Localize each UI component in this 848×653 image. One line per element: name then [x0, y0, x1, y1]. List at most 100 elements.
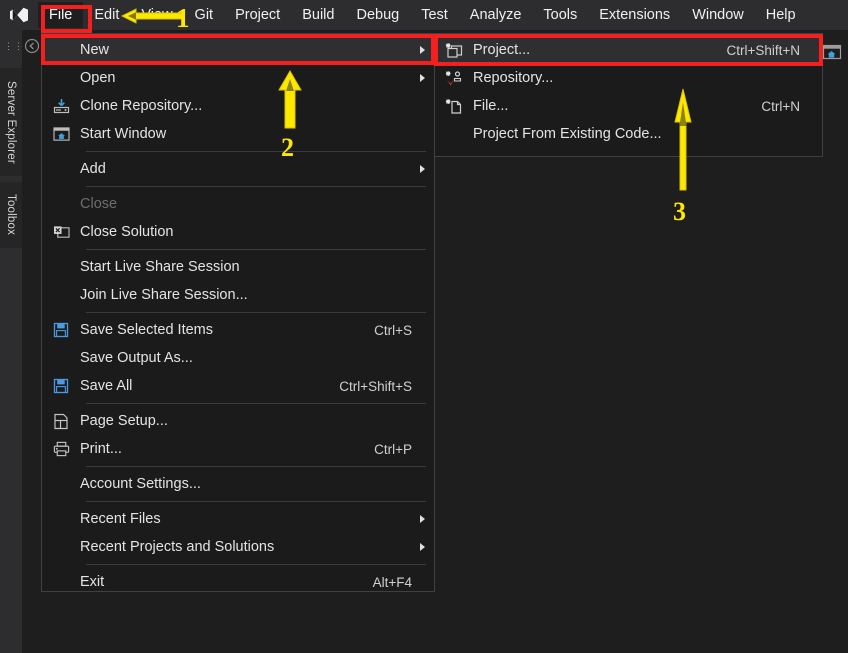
menu-bar-item-edit[interactable]: Edit [83, 2, 130, 28]
start-window-icon [42, 120, 80, 148]
menu-item-icon-slot [42, 155, 80, 183]
new-file-icon [435, 92, 473, 120]
menu-item-icon-slot [42, 36, 80, 64]
auto-hide-dots-icon: ⋮⋮ [4, 44, 24, 48]
file-menu-dropdown[interactable]: NewOpenClone Repository...Start Window Ad… [41, 33, 435, 592]
menu-item-icon-slot [42, 190, 80, 218]
file-menu-item-clone-repository[interactable]: Clone Repository... [42, 92, 434, 120]
menu-item-label: Recent Files [80, 505, 426, 533]
menu-bar-item-file[interactable]: File [38, 2, 83, 28]
menu-item-icon-slot [42, 253, 80, 281]
file-menu-item-print[interactable]: Print...Ctrl+P [42, 435, 434, 463]
clone-repository-icon [42, 92, 80, 120]
new-submenu-item-project-from-existing-code[interactable]: Project From Existing Code... [435, 120, 822, 148]
file-menu-item-open[interactable]: Open [42, 64, 434, 92]
file-menu-item-save-all[interactable]: Save AllCtrl+Shift+S [42, 372, 434, 400]
new-submenu-item-repository[interactable]: Repository... [435, 64, 822, 92]
menu-separator [86, 186, 426, 187]
menu-separator [86, 466, 426, 467]
menu-item-icon-slot [42, 344, 80, 372]
file-menu-item-save-output-as[interactable]: Save Output As... [42, 344, 434, 372]
file-menu-item-save-selected-items[interactable]: Save Selected ItemsCtrl+S [42, 316, 434, 344]
menu-item-shortcut: Ctrl+Shift+N [726, 43, 814, 58]
file-menu-item-close: Close [42, 190, 434, 218]
menu-bar-item-help[interactable]: Help [755, 2, 807, 28]
submenu-chevron-right-icon [420, 515, 425, 523]
save-icon [42, 316, 80, 344]
menu-item-label: Save Output As... [80, 344, 426, 372]
file-menu-item-start-window[interactable]: Start Window [42, 120, 434, 148]
page-setup-icon [42, 407, 80, 435]
file-menu-item-add[interactable]: Add [42, 155, 434, 183]
new-project-icon [435, 36, 473, 64]
menu-item-icon-slot [42, 281, 80, 309]
menu-item-label: Project... [473, 36, 726, 64]
menu-item-shortcut: Ctrl+P [374, 442, 426, 457]
submenu-chevron-right-icon [420, 74, 425, 82]
file-menu-item-close-solution[interactable]: Close Solution [42, 218, 434, 246]
menu-item-label: Recent Projects and Solutions [80, 533, 426, 561]
menu-item-label: Repository... [473, 64, 814, 92]
menu-item-icon-slot [435, 120, 473, 148]
annotation-number-3: 3 [673, 199, 686, 225]
menu-item-icon-slot [42, 64, 80, 92]
menu-item-label: Save Selected Items [80, 316, 374, 344]
menu-item-icon-slot [42, 505, 80, 533]
menu-separator [86, 312, 426, 313]
file-menu-item-recent-files[interactable]: Recent Files [42, 505, 434, 533]
new-submenu-item-file[interactable]: File...Ctrl+N [435, 92, 822, 120]
menu-item-label: Add [80, 155, 426, 183]
menu-item-shortcut: Ctrl+Shift+S [339, 379, 426, 394]
menu-item-label: Close Solution [80, 218, 426, 246]
sidebar-item-server-explorer[interactable]: Server Explorer [0, 68, 22, 176]
dock-tab-label: Server Explorer [5, 81, 17, 164]
new-submenu-dropdown[interactable]: Project...Ctrl+Shift+NRepository...File.… [434, 33, 823, 157]
menu-item-label: Close [80, 190, 426, 218]
print-icon [42, 435, 80, 463]
menu-bar-item-build[interactable]: Build [291, 2, 345, 28]
menu-item-label: File... [473, 92, 761, 120]
file-menu-item-exit[interactable]: ExitAlt+F4 [42, 568, 434, 596]
menu-item-icon-slot [42, 568, 80, 596]
menu-item-label: Clone Repository... [80, 92, 426, 120]
start-window-home-icon[interactable] [822, 44, 842, 66]
menu-item-shortcut: Alt+F4 [373, 575, 426, 590]
menu-bar-item-debug[interactable]: Debug [345, 2, 410, 28]
menu-bar-item-tools[interactable]: Tools [532, 2, 588, 28]
menu-item-label: Print... [80, 435, 374, 463]
visual-studio-logo-icon [0, 0, 38, 30]
annotation-number-1: 1 [176, 5, 190, 32]
close-solution-icon [42, 218, 80, 246]
file-menu-item-join-live-share-session[interactable]: Join Live Share Session... [42, 281, 434, 309]
menu-item-icon-slot [42, 470, 80, 498]
menu-item-label: Exit [80, 568, 373, 596]
left-dock-strip: ⋮⋮ Server Explorer Toolbox [0, 30, 22, 653]
menu-item-shortcut: Ctrl+N [761, 99, 814, 114]
menu-separator [86, 403, 426, 404]
menu-item-label: Page Setup... [80, 407, 426, 435]
menu-item-icon-slot [42, 533, 80, 561]
file-menu-item-account-settings[interactable]: Account Settings... [42, 470, 434, 498]
dock-tab-label: Toolbox [5, 194, 17, 235]
menu-item-shortcut: Ctrl+S [374, 323, 426, 338]
file-menu-item-recent-projects-and-solutions[interactable]: Recent Projects and Solutions [42, 533, 434, 561]
file-menu-item-page-setup[interactable]: Page Setup... [42, 407, 434, 435]
menu-item-label: Project From Existing Code... [473, 120, 814, 148]
file-menu-item-new[interactable]: New [42, 36, 434, 64]
menu-separator [86, 564, 426, 565]
menu-separator [86, 151, 426, 152]
menu-item-label: Open [80, 64, 426, 92]
file-menu-item-start-live-share-session[interactable]: Start Live Share Session [42, 253, 434, 281]
menu-bar-item-analyze[interactable]: Analyze [459, 2, 533, 28]
navigate-backward-icon[interactable] [24, 38, 40, 59]
menu-bar-item-window[interactable]: Window [681, 2, 755, 28]
sidebar-item-toolbox[interactable]: Toolbox [0, 182, 22, 248]
menu-bar-item-project[interactable]: Project [224, 2, 291, 28]
menu-bar-item-test[interactable]: Test [410, 2, 459, 28]
annotation-number-2: 2 [281, 135, 294, 161]
menu-bar-items: FileEditViewGitProjectBuildDebugTestAnal… [38, 2, 807, 28]
new-submenu-item-project[interactable]: Project...Ctrl+Shift+N [435, 36, 822, 64]
menu-bar-item-git[interactable]: Git [184, 2, 225, 28]
menu-bar-item-extensions[interactable]: Extensions [588, 2, 681, 28]
menu-separator [86, 501, 426, 502]
